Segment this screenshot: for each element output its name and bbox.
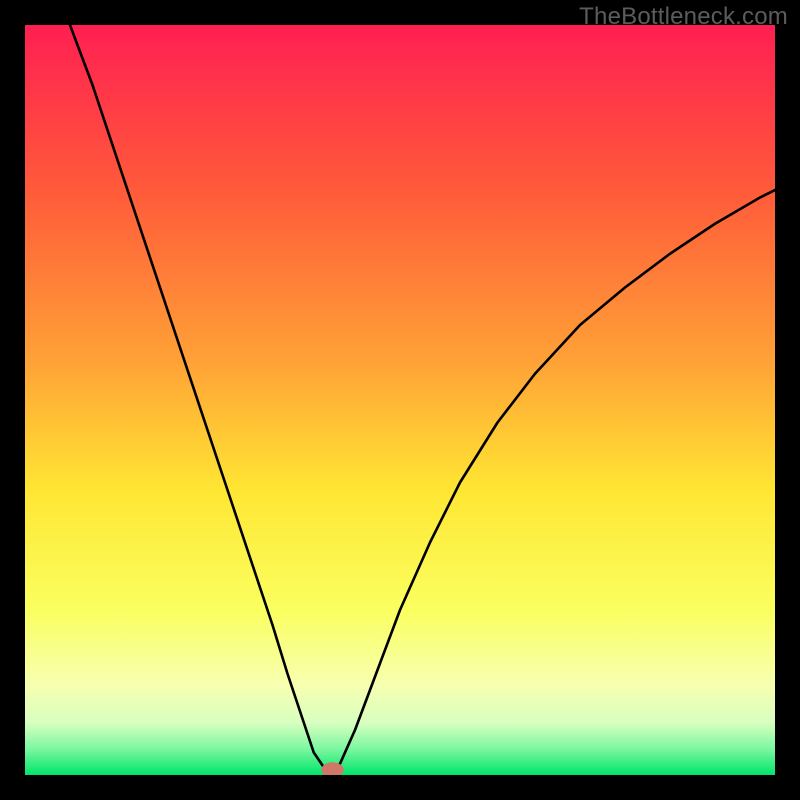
bottleneck-chart: [25, 25, 775, 775]
chart-frame: TheBottleneck.com: [0, 0, 800, 800]
gradient-background: [25, 25, 775, 775]
